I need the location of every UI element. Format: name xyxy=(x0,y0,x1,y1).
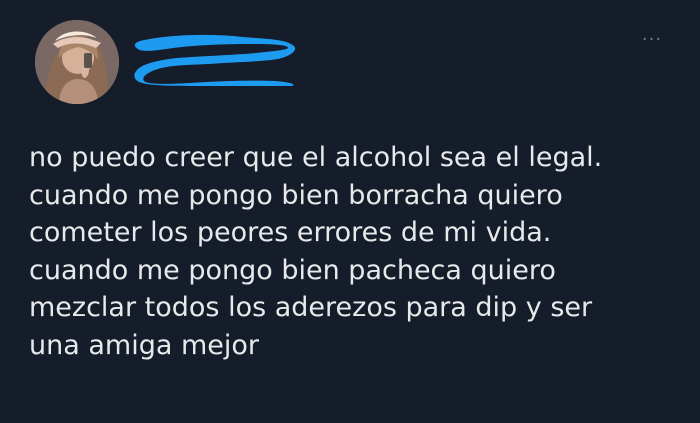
avatar-image xyxy=(35,20,119,104)
blue-scribble-icon xyxy=(134,34,296,86)
redacted-username xyxy=(130,28,300,86)
profile-avatar[interactable] xyxy=(35,20,119,104)
tweet-card: ··· no puedo creer que el alcohol sea el… xyxy=(0,0,700,423)
ellipsis-icon: ··· xyxy=(641,29,663,50)
more-options-button[interactable]: ··· xyxy=(632,28,672,52)
tweet-text: no puedo creer que el alcohol sea el leg… xyxy=(29,142,603,361)
